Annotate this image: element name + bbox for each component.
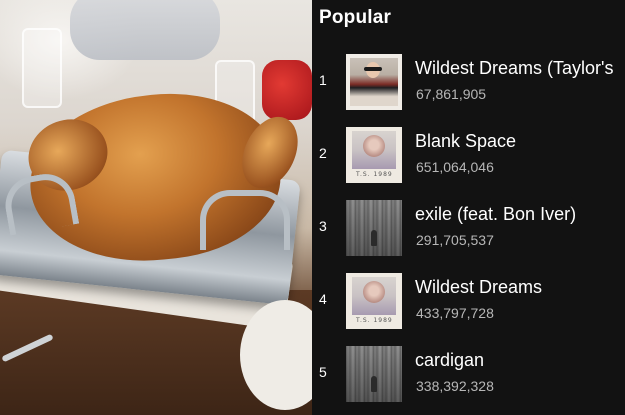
- track-row[interactable]: 2 T.S. 1989 Blank Space 651,064,046: [312, 123, 625, 183]
- section-title: Popular: [319, 7, 392, 28]
- track-play-count: 338,392,328: [416, 378, 494, 394]
- wine-glass: [22, 28, 62, 108]
- track-title[interactable]: cardigan: [415, 350, 484, 371]
- track-title[interactable]: Wildest Dreams (Taylor's: [415, 58, 613, 79]
- track-row[interactable]: 1 Wildest Dreams (Taylor's 67,861,905: [312, 50, 625, 110]
- album-art-wildest-dreams-tv: [346, 54, 402, 110]
- track-rank: 3: [319, 218, 327, 234]
- person-silhouette: [70, 0, 220, 60]
- album-art-folklore: [346, 346, 402, 402]
- track-title[interactable]: exile (feat. Bon Iver): [415, 204, 576, 225]
- track-row[interactable]: 3 exile (feat. Bon Iver) 291,705,537: [312, 196, 625, 256]
- track-row[interactable]: 5 cardigan 338,392,328: [312, 342, 625, 402]
- track-rank: 1: [319, 72, 327, 88]
- track-play-count: 651,064,046: [416, 159, 494, 175]
- track-row[interactable]: 4 T.S. 1989 Wildest Dreams 433,797,728: [312, 269, 625, 329]
- track-rank: 2: [319, 145, 327, 161]
- album-art-caption: T.S. 1989: [356, 317, 393, 324]
- track-title[interactable]: Wildest Dreams: [415, 277, 542, 298]
- red-decoration: [262, 60, 312, 120]
- pan-handle-right: [200, 190, 290, 250]
- album-art-1989: T.S. 1989: [346, 273, 402, 329]
- track-play-count: 67,861,905: [416, 86, 487, 102]
- track-play-count: 433,797,728: [416, 305, 494, 321]
- track-rank: 4: [319, 291, 327, 307]
- track-play-count: 291,705,537: [416, 232, 494, 248]
- album-art-folklore: [346, 200, 402, 256]
- album-art-caption: T.S. 1989: [356, 171, 393, 178]
- popular-panel: Popular 1 Wildest Dreams (Taylor's 67,86…: [312, 0, 625, 415]
- turkey-photo: [0, 0, 312, 415]
- album-art-1989: T.S. 1989: [346, 127, 402, 183]
- track-title[interactable]: Blank Space: [415, 131, 516, 152]
- track-rank: 5: [319, 364, 327, 380]
